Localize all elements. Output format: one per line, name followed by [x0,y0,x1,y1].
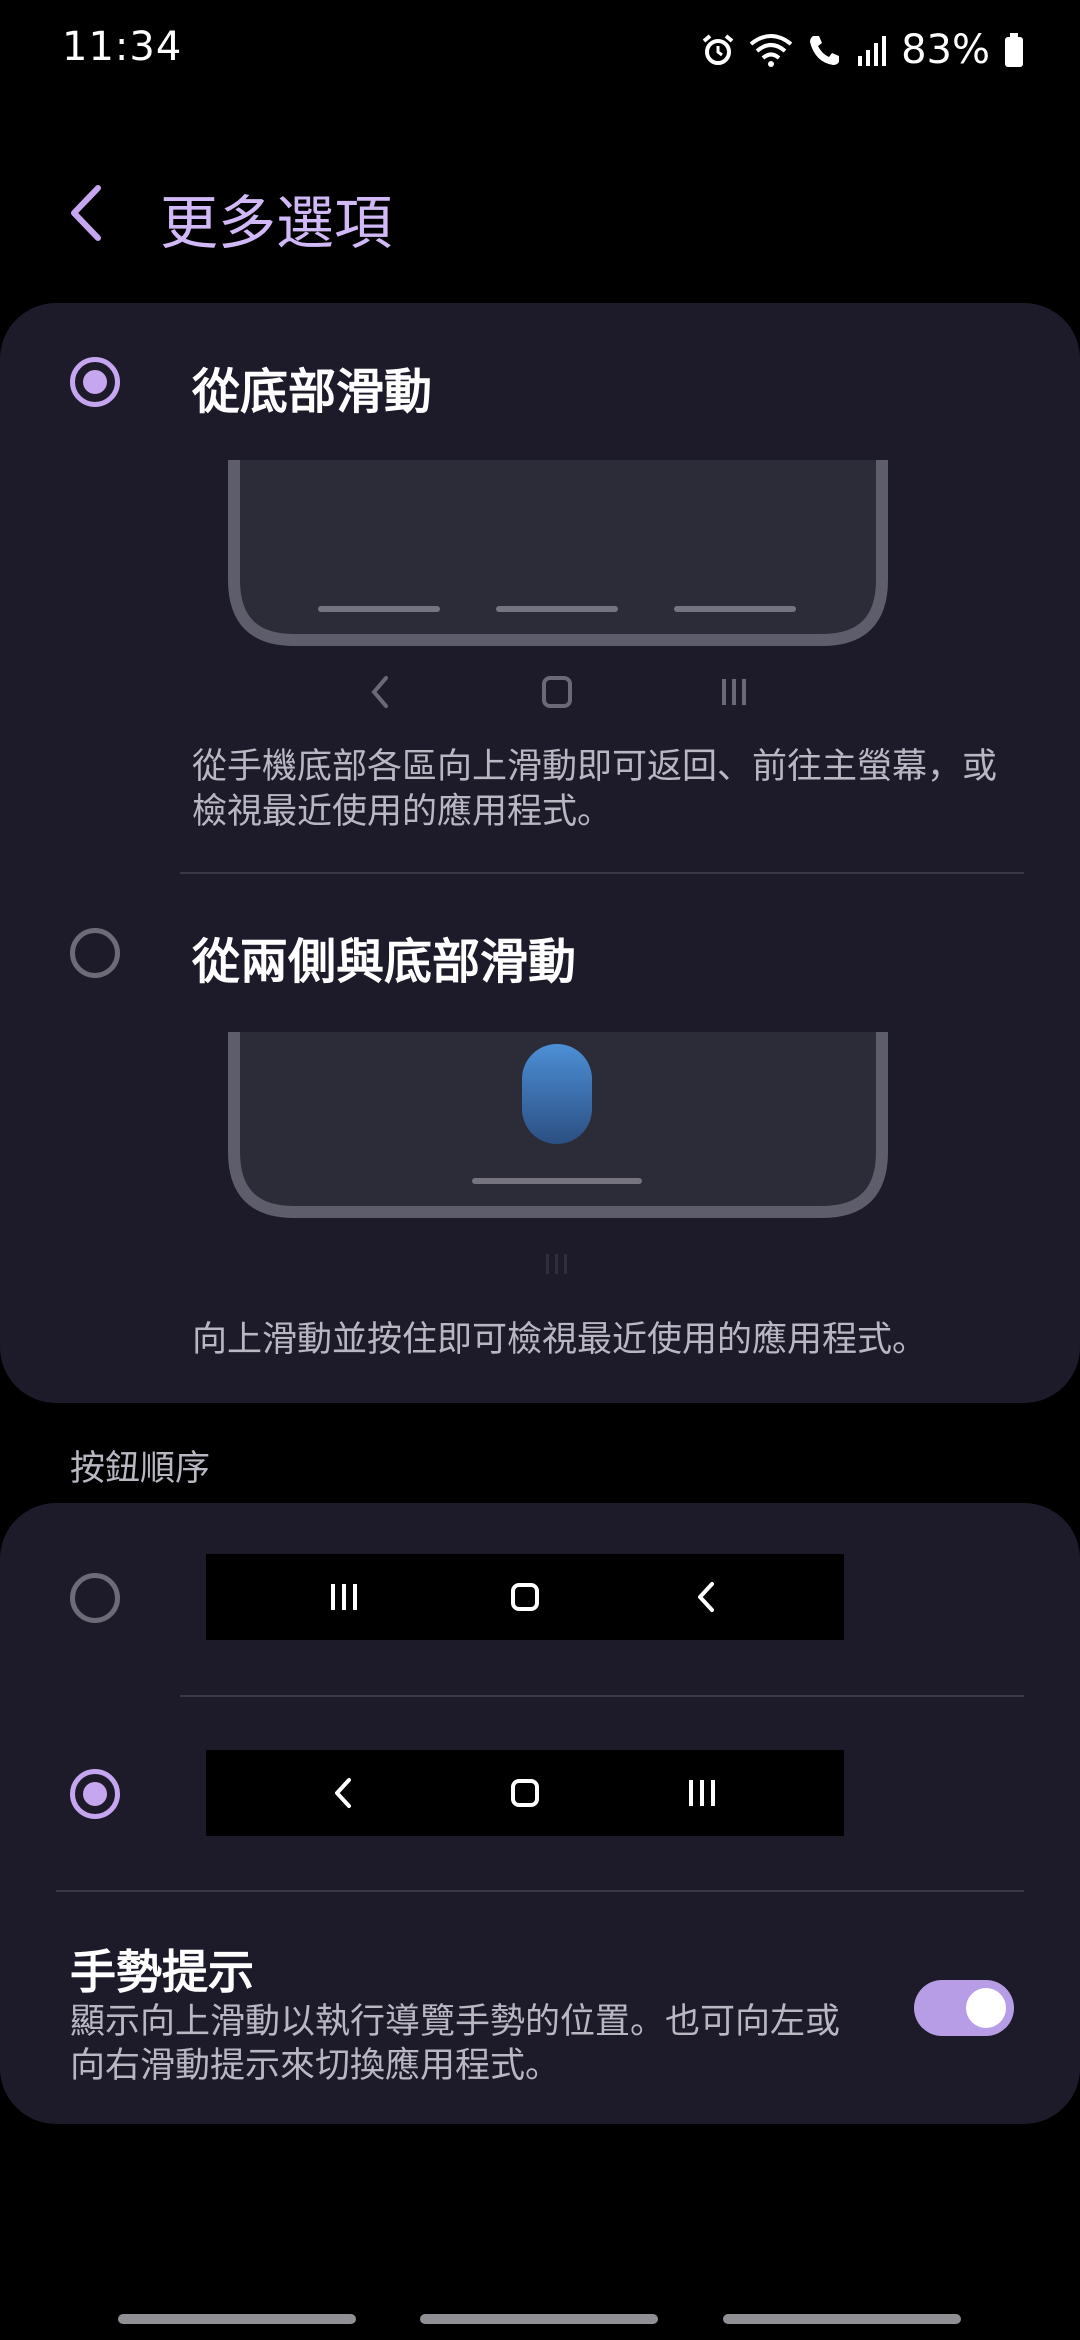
home-icon [510,1778,540,1812]
button-order-preview [206,1750,844,1836]
radio-button-order-2[interactable] [70,1769,120,1819]
recents-icon [687,1779,717,1811]
page-title: 更多選項 [160,189,393,257]
home-indicator-center [420,2314,658,2324]
status-time: 11:34 [62,24,183,70]
wifi-icon [749,32,793,68]
home-indicator-left [118,2314,356,2324]
radio-swipe-from-sides[interactable] [70,928,120,978]
recents-icon [329,1583,359,1615]
divider [56,1890,1024,1892]
battery-percent: 83% [901,27,990,73]
back-icon [694,1580,718,1618]
divider [180,872,1024,874]
alarm-icon [701,33,735,67]
home-indicator-right [723,2314,961,2324]
gesture-hint-toggle[interactable] [914,1980,1014,2036]
wifi-calling-icon [807,32,843,68]
swipe-bottom-illustration [228,460,888,714]
option-title: 從底部滑動 [192,364,433,420]
toggle-knob [966,1988,1006,2028]
back-button[interactable] [58,178,118,248]
gesture-hint-title: 手勢提示 [70,1945,254,1999]
option-description: 向上滑動並按住即可檢視最近使用的應用程式。 [192,1320,928,1360]
radio-swipe-from-bottom[interactable] [70,357,120,407]
divider [180,1695,1024,1697]
status-icons: 83% [701,26,1024,74]
option-description: 從手機底部各區向上滑動即可返回、前往主螢幕，或檢視最近使用的應用程式。 [192,747,998,832]
option-title: 從兩側與底部滑動 [192,934,577,990]
signal-icon [857,34,887,66]
chevron-left-icon [58,185,118,252]
back-icon [331,1776,355,1814]
battery-icon [1004,33,1024,67]
button-order-preview [206,1554,844,1640]
home-icon [510,1582,540,1616]
radio-button-order-1[interactable] [70,1573,120,1623]
section-label-button-order: 按鈕順序 [70,1449,211,1489]
gesture-hint-description: 顯示向上滑動以執行導覽手勢的位置。也可向左或向右滑動提示來切換應用程式。 [70,2002,841,2086]
swipe-sides-illustration [228,1032,888,1286]
